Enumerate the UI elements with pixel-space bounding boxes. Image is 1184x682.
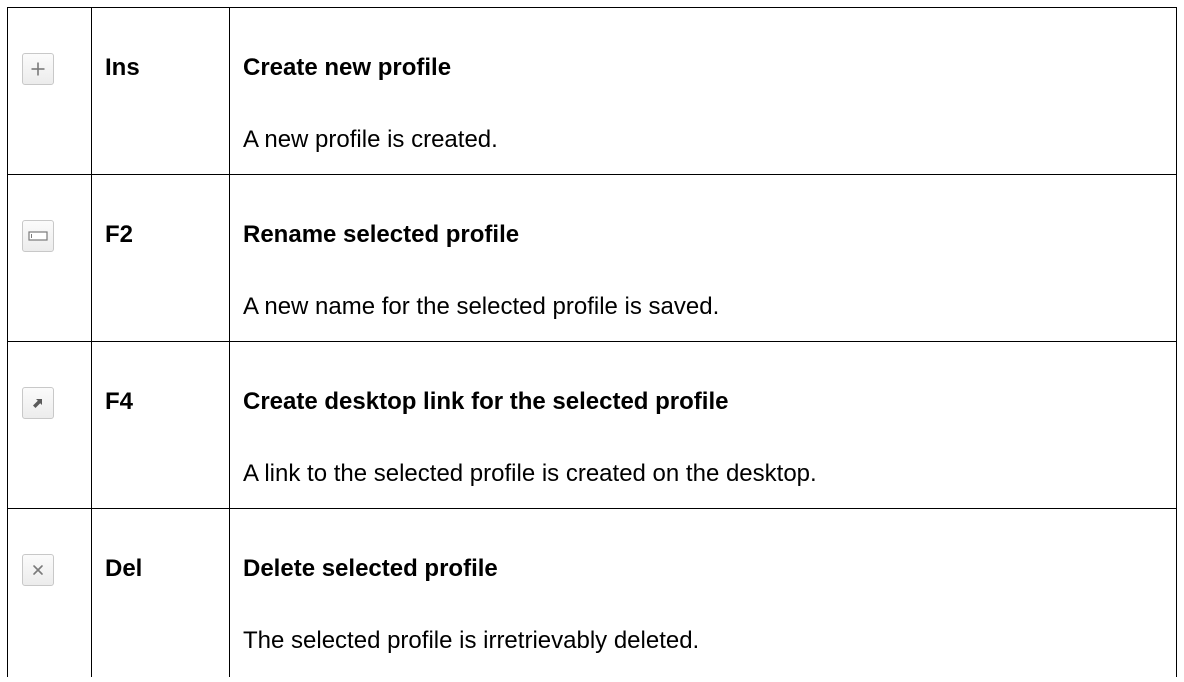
- key-cell: F2: [91, 174, 230, 342]
- description-cell: Create new profile A new profile is crea…: [229, 7, 1177, 175]
- shortcut-description: The selected profile is irretrievably de…: [243, 627, 700, 654]
- icon-cell: [7, 508, 92, 677]
- shortcut-arrow-icon: [31, 396, 45, 410]
- shortcut-table: Ins Create new profile A new profile is …: [7, 7, 1177, 677]
- shortcut-key: F4: [105, 388, 134, 415]
- shortcut-title: Create new profile: [243, 54, 452, 81]
- desktop-link-button[interactable]: [22, 387, 54, 419]
- shortcut-title: Create desktop link for the selected pro…: [243, 388, 729, 415]
- create-profile-button[interactable]: [22, 53, 54, 85]
- description-cell: Delete selected profile The selected pro…: [229, 508, 1177, 677]
- icon-cell: [7, 341, 92, 509]
- description-cell: Create desktop link for the selected pro…: [229, 341, 1177, 509]
- plus-icon: [30, 61, 46, 77]
- key-cell: F4: [91, 341, 230, 509]
- table-row: F2 Rename selected profile A new name fo…: [7, 174, 1177, 342]
- shortcut-title: Rename selected profile: [243, 221, 520, 248]
- close-x-icon: [31, 563, 45, 577]
- key-cell: Del: [91, 508, 230, 677]
- rename-profile-button[interactable]: [22, 220, 54, 252]
- table-row: Del Delete selected profile The selected…: [7, 508, 1177, 677]
- shortcut-title: Delete selected profile: [243, 555, 498, 582]
- delete-profile-button[interactable]: [22, 554, 54, 586]
- description-cell: Rename selected profile A new name for t…: [229, 174, 1177, 342]
- shortcut-key: Del: [105, 555, 143, 582]
- shortcut-description: A new profile is created.: [243, 126, 498, 153]
- shortcut-key: Ins: [105, 54, 140, 81]
- table-row: F4 Create desktop link for the selected …: [7, 341, 1177, 509]
- shortcut-key: F2: [105, 221, 134, 248]
- shortcut-description: A new name for the selected profile is s…: [243, 293, 720, 320]
- shortcut-description: A link to the selected profile is create…: [243, 460, 817, 487]
- icon-cell: [7, 174, 92, 342]
- icon-cell: [7, 7, 92, 175]
- rename-field-icon: [28, 230, 48, 242]
- table-row: Ins Create new profile A new profile is …: [7, 7, 1177, 175]
- key-cell: Ins: [91, 7, 230, 175]
